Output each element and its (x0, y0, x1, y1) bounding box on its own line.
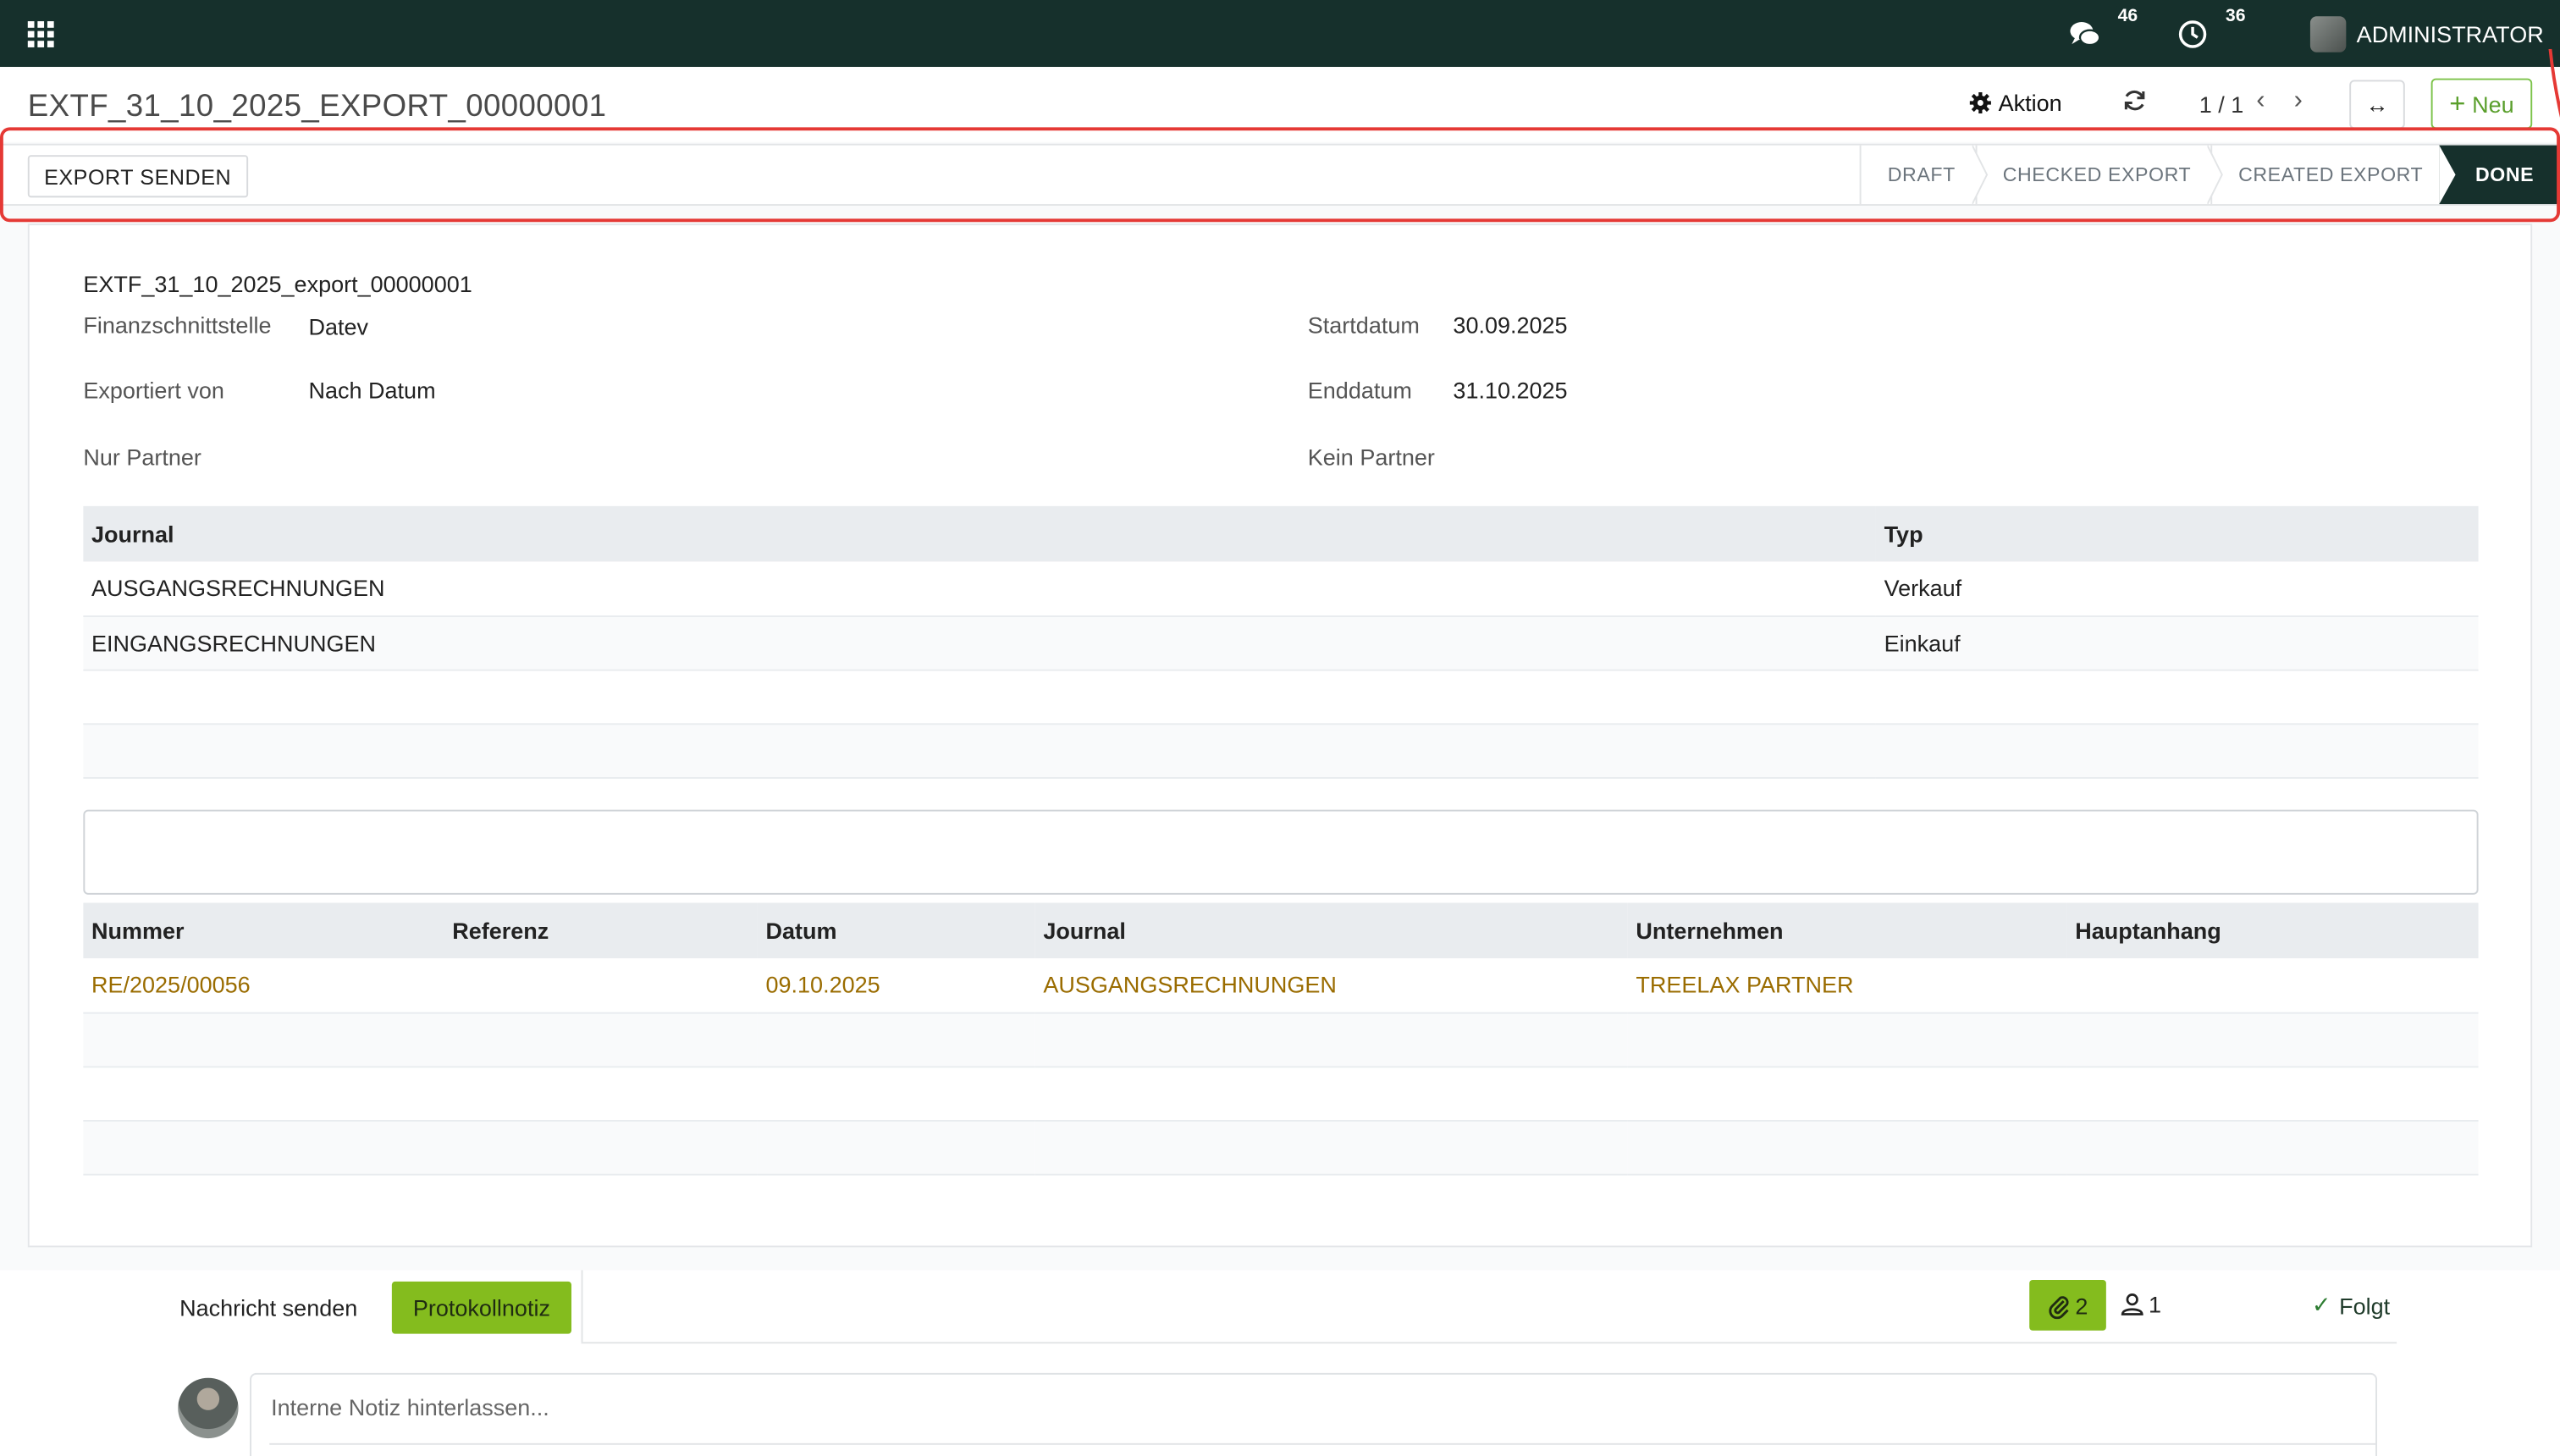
move-number-link[interactable]: RE/2025/00056 (83, 958, 444, 1013)
finanzschnittstelle-field[interactable]: Datev (308, 313, 368, 339)
top-navbar: 46 36 ADMINISTRATOR (0, 0, 2560, 68)
move-company[interactable]: TREELAX PARTNER (1627, 958, 2067, 1013)
table-cell: AUSGANGSRECHNUNGEN (83, 561, 1876, 617)
activities-button[interactable]: 36 (2174, 3, 2253, 52)
divider (581, 1342, 2397, 1344)
new-label: Neu (2472, 91, 2514, 117)
chevron-left-icon[interactable]: ‹ (2256, 86, 2265, 116)
new-button[interactable]: + Neu (2430, 78, 2533, 130)
table-row[interactable]: RE/2025/00056 09.10.2025 AUSGANGSRECHNUN… (83, 958, 2479, 1013)
table-header-row: Journal Typ (83, 505, 2479, 562)
followers-count: 1 (2148, 1291, 2162, 1318)
expand-button[interactable]: ↔ (2349, 80, 2405, 130)
table-row-empty (83, 723, 2479, 778)
exportiert-von-field[interactable]: Nach Datum (308, 377, 435, 403)
action-label: Aktion (1998, 90, 2062, 116)
nur-partner-label: Nur Partner (83, 444, 201, 471)
stage-draft[interactable]: DRAFT (1859, 145, 1988, 205)
finanzschnittstelle-label: Finanzschnittstelle (83, 312, 272, 339)
table-row[interactable]: AUSGANGSRECHNUNGEN Verkauf (83, 561, 2479, 617)
table-cell (444, 958, 758, 1013)
startdatum-label: Startdatum (1307, 312, 1420, 339)
chat-icon (2071, 21, 2102, 46)
stage-pipeline: DRAFT CHECKED EXPORT CREATED EXPORT DONE (1859, 145, 2560, 205)
journals-table: Journal Typ AUSGANGSRECHNUNGEN Verkauf E… (83, 505, 2479, 778)
table-row-empty (83, 669, 2479, 725)
stage-separator (2207, 145, 2223, 205)
attachments-button[interactable]: 2 (2029, 1279, 2106, 1331)
control-panel: EXTF_31_10_2025_EXPORT_00000001 Aktion 1… (0, 67, 2560, 142)
column-header-typ[interactable]: Typ (1875, 505, 2479, 562)
status-bar: EXPORT SENDEN DRAFT CHECKED EXPORT CREAT… (0, 143, 2560, 206)
attachments-count: 2 (2075, 1292, 2088, 1319)
column-header-journal[interactable]: Journal (83, 505, 1876, 562)
column-header-journal[interactable]: Journal (1034, 902, 1628, 959)
stage-label: CREATED EXPORT (2238, 163, 2424, 186)
table-cell (2066, 958, 2479, 1013)
log-note-button[interactable]: Protokollnotiz (391, 1281, 571, 1334)
kein-partner-label: Kein Partner (1307, 444, 1435, 471)
table-cell: EINGANGSRECHNUNGEN (83, 615, 1876, 670)
messages-count-badge: 46 (2110, 3, 2144, 27)
moves-table: Nummer Referenz Datum Journal Unternehme… (83, 902, 2479, 1175)
gear-icon (1969, 91, 1991, 114)
user-icon (2121, 1293, 2143, 1315)
avatar (178, 1377, 239, 1439)
enddatum-field[interactable]: 31.10.2025 (1453, 377, 1567, 403)
move-date[interactable]: 09.10.2025 (757, 958, 1035, 1013)
text-field-box[interactable] (83, 809, 2479, 895)
divider (581, 1270, 583, 1343)
activities-count-badge: 36 (2219, 3, 2253, 27)
column-header-nummer[interactable]: Nummer (83, 902, 444, 959)
kein-partner-field[interactable] (1453, 444, 2105, 474)
table-row[interactable]: EINGANGSRECHNUNGEN Einkauf (83, 615, 2479, 670)
follow-button[interactable]: ✓ Folgt (2312, 1291, 2390, 1319)
startdatum-field[interactable]: 30.09.2025 (1453, 312, 1567, 338)
stage-separator (1972, 145, 1988, 205)
paperclip-icon (2049, 1295, 2069, 1319)
nur-partner-field[interactable] (308, 444, 961, 474)
avatar (2310, 15, 2348, 52)
action-menu-button[interactable]: Aktion (1969, 90, 2062, 116)
table-cell: Einkauf (1875, 615, 2479, 670)
page-title: EXTF_31_10_2025_EXPORT_00000001 (27, 90, 607, 124)
follow-label: Folgt (2339, 1292, 2391, 1319)
apps-grid-icon[interactable] (27, 21, 54, 47)
followers-button[interactable]: 1 (2121, 1291, 2161, 1317)
form-sheet: EXTF_31_10_2025_export_00000001 Finanzsc… (27, 223, 2533, 1248)
export-name: EXTF_31_10_2025_export_00000001 (83, 271, 472, 297)
stage-checked-export[interactable]: CHECKED EXPORT (1974, 145, 2223, 205)
column-header-datum[interactable]: Datum (757, 902, 1035, 959)
stage-label: CHECKED EXPORT (2002, 163, 2192, 186)
column-header-referenz[interactable]: Referenz (444, 902, 758, 959)
chevron-right-icon[interactable]: › (2294, 86, 2303, 116)
table-row-empty (83, 1066, 2479, 1121)
enddatum-label: Enddatum (1307, 377, 1412, 404)
refresh-icon[interactable] (2122, 88, 2147, 119)
clock-icon (2179, 19, 2208, 47)
check-icon: ✓ (2311, 1291, 2331, 1318)
arrows-horizontal-icon: ↔ (2365, 91, 2389, 118)
pager-value[interactable]: 1 / 1 (2199, 91, 2244, 118)
plus-icon: + (2449, 87, 2466, 119)
table-row-empty (83, 1012, 2479, 1067)
chatter: Nachricht senden Protokollnotiz 2 1 ✓ Fo… (0, 1270, 2560, 1456)
messages-button[interactable]: 46 (2066, 3, 2144, 52)
table-header-row: Nummer Referenz Datum Journal Unternehme… (83, 902, 2479, 959)
column-header-unternehmen[interactable]: Unternehmen (1627, 902, 2067, 959)
exportiert-von-label: Exportiert von (83, 377, 224, 404)
stage-label: DRAFT (1887, 163, 1956, 186)
divider (269, 1442, 2376, 1445)
user-name: ADMINISTRATOR (2356, 20, 2544, 47)
user-menu[interactable]: ADMINISTRATOR (2310, 15, 2544, 52)
table-row-empty (83, 1119, 2479, 1175)
stage-done[interactable]: DONE (2439, 145, 2560, 205)
send-message-button[interactable]: Nachricht senden (179, 1294, 357, 1321)
stage-label: DONE (2474, 163, 2535, 186)
export-send-button[interactable]: EXPORT SENDEN (27, 155, 248, 198)
move-journal[interactable]: AUSGANGSRECHNUNGEN (1034, 958, 1628, 1013)
table-cell: Verkauf (1875, 561, 2479, 617)
column-header-hauptanhang[interactable]: Hauptanhang (2066, 902, 2479, 959)
stage-created-export[interactable]: CREATED EXPORT (2210, 145, 2439, 205)
